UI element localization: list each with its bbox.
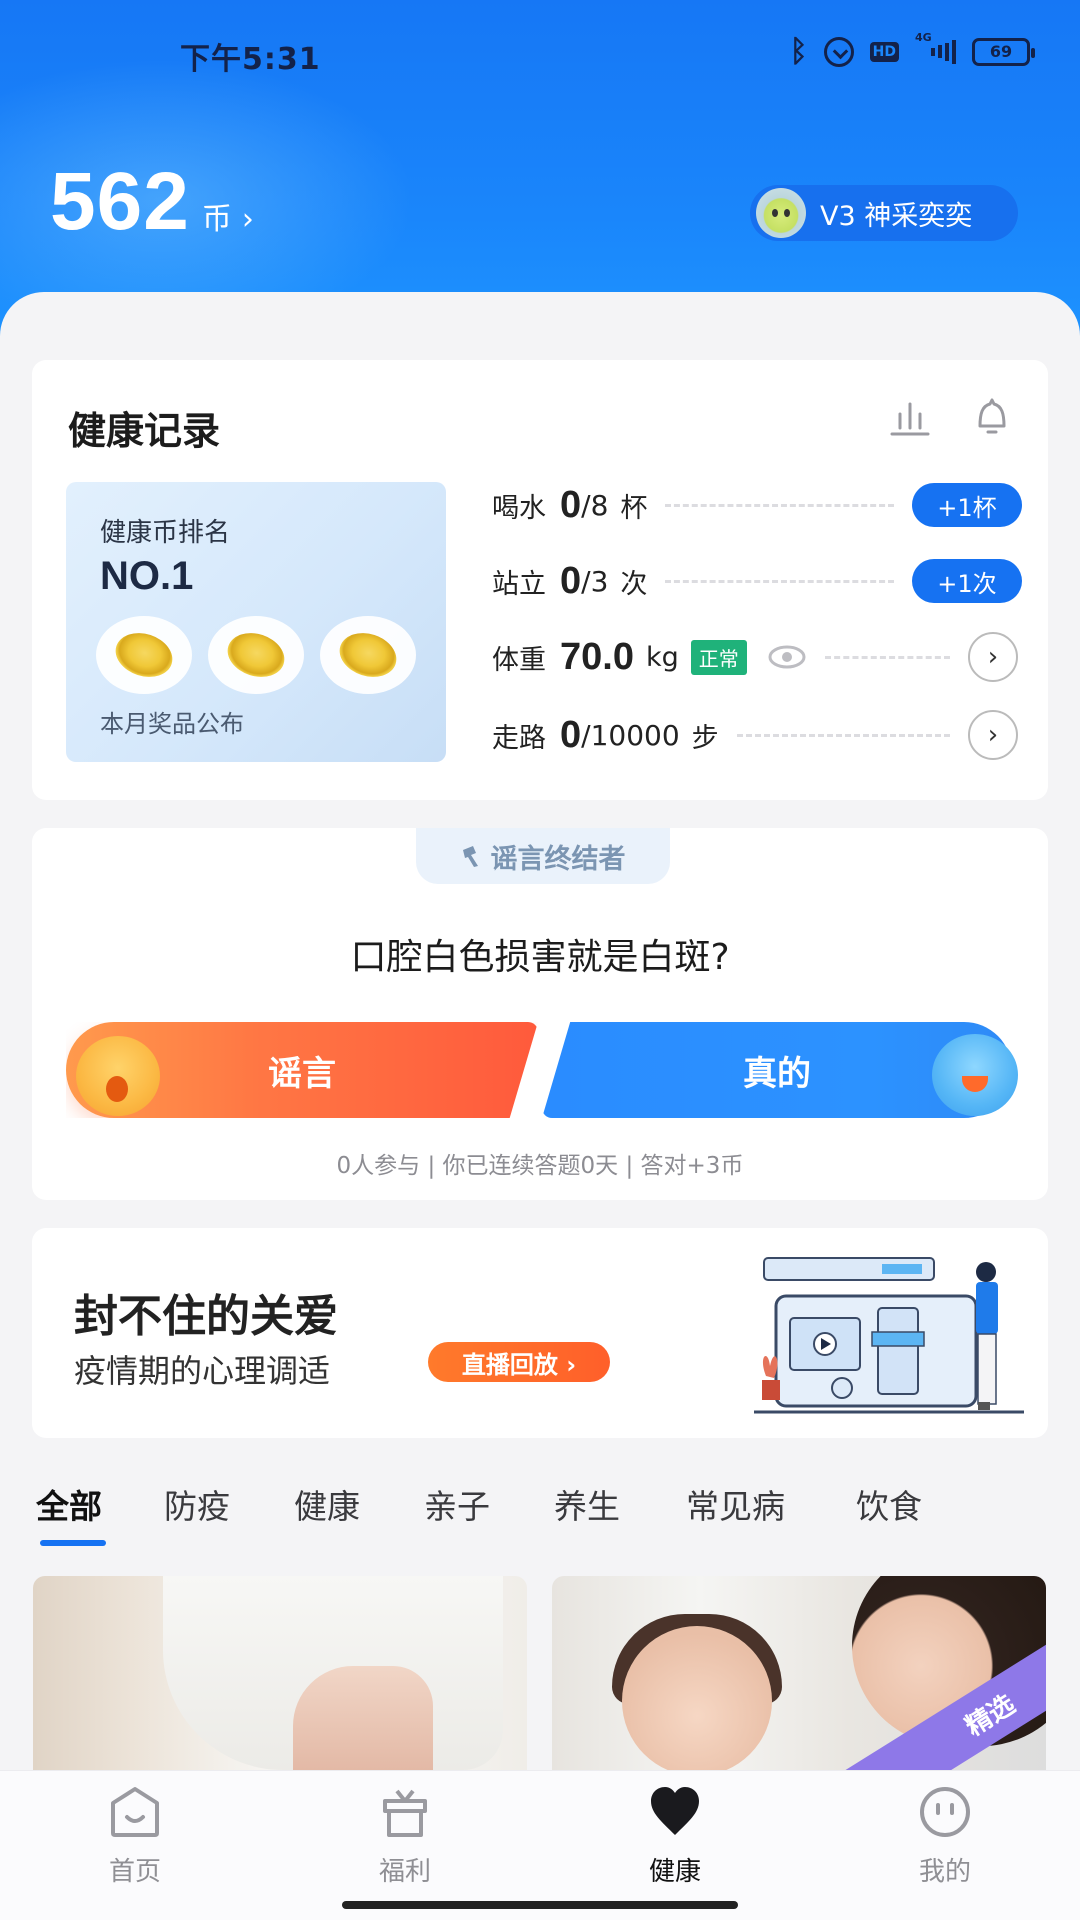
metric-label: 体重 [492, 644, 546, 676]
metric-weight: 体重 70.0 kg 正常 › [492, 632, 1022, 682]
dashed-divider [736, 733, 950, 737]
promo-subtitle: 疫情期的心理调适 [74, 1352, 331, 1390]
livestream-illustration [754, 1257, 1024, 1414]
dashed-divider [824, 655, 950, 659]
level-label: V3 神采奕奕 [820, 200, 973, 232]
ranking-label: 健康币排名 [100, 518, 231, 548]
coin-balance-link[interactable]: 562 币 › [50, 155, 254, 249]
metric-current: 0 [560, 483, 582, 526]
laughing-mascot-icon [932, 1034, 1018, 1116]
coin-row [96, 616, 416, 694]
coin-unit: 币 [201, 202, 232, 237]
metric-current: 0 [560, 713, 582, 756]
heart-icon [651, 1787, 699, 1835]
hd-icon: HD [869, 41, 899, 62]
ranking-value: NO.1 [100, 554, 194, 598]
article-card-parenting[interactable]: 精选 [552, 1576, 1046, 1770]
nav-benefits[interactable]: 福利 [345, 1785, 465, 1888]
promo-title: 封不住的关爱 [74, 1291, 338, 1342]
section-title: 健康记录 [68, 409, 221, 453]
add-water-button[interactable]: +1杯 [912, 483, 1022, 527]
status-icons: ᛒ HD 4G 69 [789, 31, 1035, 69]
status-time: 下午5:31 [180, 42, 321, 77]
replay-button[interactable]: 直播回放 › [428, 1342, 610, 1382]
level-badge[interactable]: V3 神采奕奕 [750, 185, 1018, 241]
metric-unit: kg [645, 641, 679, 673]
coin-ranking-panel[interactable]: 健康币排名 NO.1 本月奖品公布 [66, 482, 446, 762]
answer-rumor-label: 谣言 [268, 1053, 336, 1094]
nav-benefits-label: 福利 [378, 1857, 431, 1887]
tab-wellness[interactable]: 养生 [554, 1480, 620, 1528]
quiz-stats: 0人参与 | 你已连续答题0天 | 答对+3币 [336, 1153, 744, 1179]
metric-label: 走路 [492, 722, 546, 754]
home-icon [111, 1787, 159, 1837]
rumor-quiz-card: 谣言终结者 口腔白色损害就是白斑? 谣言 真的 0人参与 | 你已连续答题0天 … [32, 828, 1048, 1200]
tab-parenting[interactable]: 亲子 [424, 1480, 490, 1528]
tab-health[interactable]: 健康 [294, 1480, 360, 1528]
health-record-card: 健康记录 健康币排名 NO.1 本月奖品公布 喝水 0 /8 杯 +1杯 站立 … [32, 360, 1048, 800]
rumor-tag: 谣言终结者 [416, 828, 670, 884]
hammer-icon [462, 846, 478, 867]
metric-unit: 次 [620, 568, 648, 600]
answer-true-label: 真的 [743, 1053, 811, 1094]
active-tab-indicator [40, 1540, 106, 1546]
metric-current: 70.0 [560, 635, 634, 678]
steps-detail-button[interactable]: › [968, 710, 1018, 760]
signal-icon: 4G [915, 31, 956, 65]
alarm-icon [823, 36, 854, 67]
ranking-footer: 本月奖品公布 [100, 710, 244, 738]
metric-label: 喝水 [492, 492, 546, 524]
battery-icon: 69 [972, 37, 1035, 66]
gold-coin-icon [320, 616, 416, 694]
promo-banner[interactable]: 封不住的关爱 疫情期的心理调适 直播回放 › [32, 1228, 1048, 1438]
home-gesture-bar[interactable] [342, 1901, 738, 1909]
tab-epidemic-prevention[interactable]: 防疫 [164, 1480, 230, 1528]
metric-unit: 步 [691, 722, 719, 754]
nav-home[interactable]: 首页 [75, 1785, 195, 1888]
coin-balance: 562 [50, 156, 190, 247]
dashed-divider [665, 503, 894, 507]
metric-goal: /3 [581, 564, 609, 598]
chart-icon[interactable] [890, 400, 930, 436]
dashed-divider [665, 579, 894, 583]
nav-health-label: 健康 [648, 1857, 701, 1887]
status-badge: 正常 [690, 639, 747, 675]
metric-water: 喝水 0 /8 杯 +1杯 [492, 480, 1022, 530]
nav-home-label: 首页 [108, 1857, 161, 1887]
tab-all[interactable]: 全部 [36, 1480, 102, 1528]
dizzy-mascot-icon [76, 1036, 160, 1116]
status-bar: 下午5:31 ᛒ HD 4G 69 [0, 30, 1080, 80]
metric-goal: /8 [581, 488, 609, 522]
tab-diet[interactable]: 饮食 [856, 1480, 922, 1528]
bluetooth-icon: ᛒ [789, 34, 808, 69]
metric-label: 站立 [492, 568, 546, 600]
article-card-stomach[interactable] [33, 1576, 527, 1770]
mascot-avatar [756, 188, 806, 238]
metric-current: 0 [560, 559, 582, 602]
nav-health[interactable]: 健康 [615, 1785, 735, 1888]
eye-icon[interactable] [767, 644, 807, 670]
tab-common-diseases[interactable]: 常见病 [686, 1480, 785, 1528]
gold-coin-icon [208, 616, 304, 694]
weight-detail-button[interactable]: › [968, 632, 1018, 682]
bottom-nav: 首页 福利 健康 我的 [0, 1770, 1080, 1920]
metric-unit: 杯 [620, 492, 648, 524]
metric-steps: 走路 0 /10000 步 › [492, 710, 1022, 760]
add-standing-button[interactable]: +1次 [912, 559, 1022, 603]
chevron-right-icon: › [241, 202, 254, 237]
metric-goal: /10000 [581, 718, 680, 752]
nav-profile[interactable]: 我的 [885, 1785, 1005, 1888]
category-tabs: 全部 防疫 健康 亲子 养生 常见病 饮食 [0, 1480, 1080, 1550]
bell-icon[interactable] [974, 396, 1010, 436]
nav-profile-label: 我的 [918, 1857, 971, 1887]
rumor-tag-label: 谣言终结者 [490, 843, 626, 875]
metric-standing: 站立 0 /3 次 +1次 [492, 556, 1022, 606]
gift-icon [383, 1789, 427, 1837]
quiz-question: 口腔白色损害就是白斑? [350, 937, 730, 978]
gold-coin-icon [96, 616, 192, 694]
profile-face-icon [920, 1787, 970, 1837]
